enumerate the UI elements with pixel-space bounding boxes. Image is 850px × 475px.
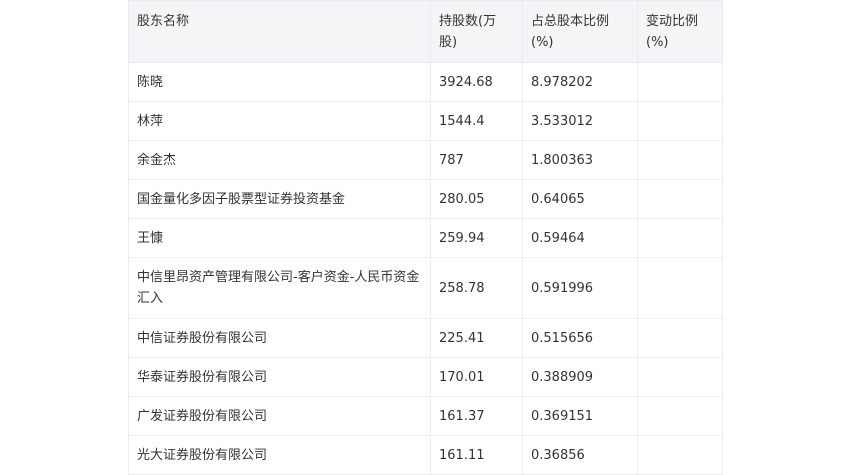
cell-change	[637, 318, 723, 358]
table-row: 中信里昂资产管理有限公司-客户资金-人民币资金汇入 258.78 0.59199…	[128, 257, 723, 319]
cell-shares: 1544.4	[430, 101, 523, 141]
table-row: 广发证券股份有限公司 161.37 0.369151	[128, 396, 723, 436]
table-header: 股东名称 持股数(万股) 占总股本比例(%) 变动比例(%)	[128, 0, 723, 63]
cell-name: 中信里昂资产管理有限公司-客户资金-人民币资金汇入	[128, 257, 431, 319]
cell-name: 国金量化多因子股票型证券投资基金	[128, 179, 431, 219]
cell-shares: 225.41	[430, 318, 523, 358]
cell-change	[637, 179, 723, 219]
table-row: 中信证券股份有限公司 225.41 0.515656	[128, 318, 723, 358]
cell-shares: 280.05	[430, 179, 523, 219]
cell-ratio: 0.388909	[522, 357, 638, 397]
header-ratio: 占总股本比例(%)	[522, 0, 638, 63]
cell-name: 华泰证券股份有限公司	[128, 357, 431, 397]
cell-shares: 170.01	[430, 357, 523, 397]
cell-ratio: 0.369151	[522, 396, 638, 436]
shareholder-table: 股东名称 持股数(万股) 占总股本比例(%) 变动比例(%) 陈晓 3924.6…	[128, 0, 723, 475]
cell-change	[637, 218, 723, 258]
cell-name: 广发证券股份有限公司	[128, 396, 431, 436]
table-row: 国金量化多因子股票型证券投资基金 280.05 0.64065	[128, 179, 723, 219]
shareholder-table-container: 股东名称 持股数(万股) 占总股本比例(%) 变动比例(%) 陈晓 3924.6…	[128, 0, 723, 475]
cell-name: 王慷	[128, 218, 431, 258]
cell-change	[637, 435, 723, 475]
cell-ratio: 0.36856	[522, 435, 638, 475]
table-row: 林萍 1544.4 3.533012	[128, 101, 723, 141]
table-row: 陈晓 3924.68 8.978202	[128, 62, 723, 102]
cell-ratio: 0.515656	[522, 318, 638, 358]
cell-ratio: 8.978202	[522, 62, 638, 102]
cell-ratio: 0.591996	[522, 257, 638, 319]
cell-change	[637, 257, 723, 319]
cell-shares: 787	[430, 140, 523, 180]
table-row: 王慷 259.94 0.59464	[128, 218, 723, 258]
header-change: 变动比例(%)	[637, 0, 723, 63]
header-shareholder-name: 股东名称	[128, 0, 431, 63]
table-row: 华泰证券股份有限公司 170.01 0.388909	[128, 357, 723, 397]
cell-shares: 259.94	[430, 218, 523, 258]
cell-ratio: 1.800363	[522, 140, 638, 180]
header-row: 股东名称 持股数(万股) 占总股本比例(%) 变动比例(%)	[128, 0, 723, 63]
cell-shares: 161.11	[430, 435, 523, 475]
cell-name: 光大证券股份有限公司	[128, 435, 431, 475]
header-shares: 持股数(万股)	[430, 0, 523, 63]
cell-name: 陈晓	[128, 62, 431, 102]
cell-change	[637, 62, 723, 102]
cell-name: 中信证券股份有限公司	[128, 318, 431, 358]
cell-change	[637, 101, 723, 141]
table-row: 光大证券股份有限公司 161.11 0.36856	[128, 435, 723, 475]
cell-name: 林萍	[128, 101, 431, 141]
cell-shares: 161.37	[430, 396, 523, 436]
cell-change	[637, 357, 723, 397]
cell-ratio: 0.59464	[522, 218, 638, 258]
table-row: 余金杰 787 1.800363	[128, 140, 723, 180]
cell-shares: 3924.68	[430, 62, 523, 102]
cell-name: 余金杰	[128, 140, 431, 180]
cell-ratio: 3.533012	[522, 101, 638, 141]
table-body: 陈晓 3924.68 8.978202 林萍 1544.4 3.533012 余…	[128, 62, 723, 475]
cell-ratio: 0.64065	[522, 179, 638, 219]
cell-change	[637, 396, 723, 436]
cell-shares: 258.78	[430, 257, 523, 319]
cell-change	[637, 140, 723, 180]
